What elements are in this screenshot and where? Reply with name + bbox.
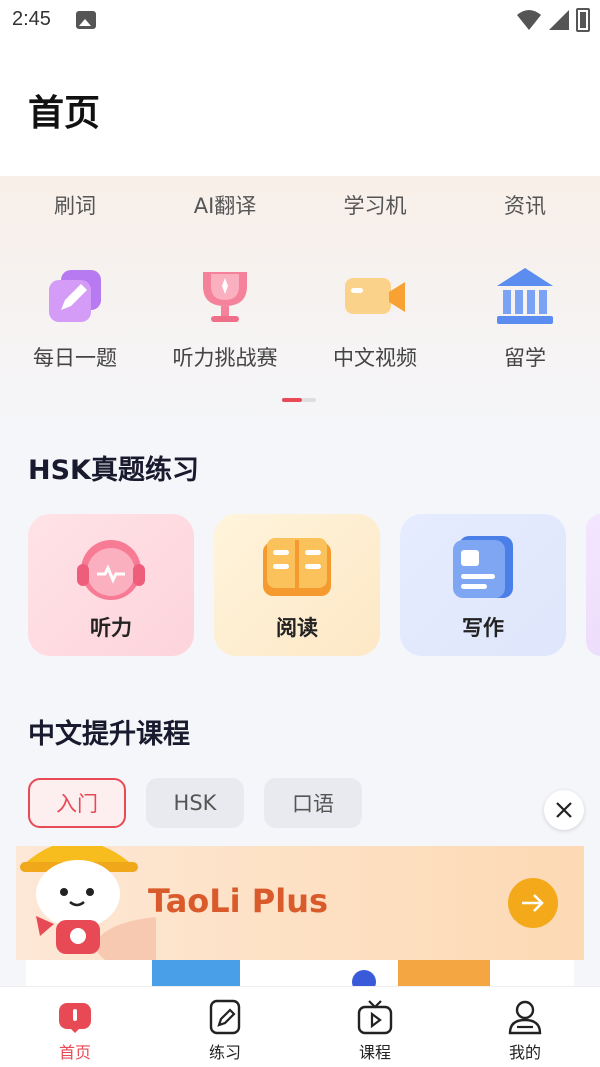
status-bar: 2:45 — [0, 0, 600, 44]
close-icon — [556, 802, 572, 818]
shortcut-grid: 每日一题 听力挑战赛 中文视频 留学 — [0, 264, 600, 372]
quick-tab-learning-device[interactable]: 学习机 — [300, 190, 450, 220]
banner-close-button[interactable] — [544, 790, 584, 830]
hsk-card-writing[interactable]: 写作 — [400, 514, 566, 656]
hsk-card-listening[interactable]: 听力 — [28, 514, 194, 656]
promo-banner[interactable]: TaoLi Plus — [16, 846, 584, 960]
quick-tabs: 刷词 AI翻译 学习机 资讯 — [0, 190, 600, 220]
status-icons — [516, 8, 590, 32]
course-filter-row: 入门 HSK 口语 — [28, 778, 362, 828]
user-icon — [507, 999, 543, 1035]
hsk-card-next[interactable] — [586, 514, 600, 656]
signal-icon — [549, 10, 569, 30]
nav-label: 课程 — [358, 1043, 391, 1062]
nav-practice[interactable]: 练习 — [150, 987, 300, 1067]
nav-home[interactable]: 首页 — [0, 987, 150, 1067]
headphones-icon — [73, 532, 149, 604]
hsk-section-title: HSK真题练习 — [28, 455, 199, 486]
main-content[interactable]: 刷词 AI翻译 学习机 资讯 每日一题 听力挑战赛 中文视频 留学 HSK真题练… — [0, 176, 600, 986]
hsk-card-label: 写作 — [462, 616, 504, 640]
filter-chip-speaking[interactable]: 口语 — [264, 778, 362, 828]
filter-chip-beginner[interactable]: 入门 — [28, 778, 126, 828]
hsk-card-row[interactable]: 听力 阅读 写作 — [28, 514, 600, 656]
video-camera-icon — [343, 264, 407, 328]
quick-tab-news[interactable]: 资讯 — [450, 190, 600, 220]
course-card-thumbnail — [398, 960, 490, 986]
nav-profile[interactable]: 我的 — [450, 987, 600, 1067]
banner-title: TaoLi Plus — [148, 882, 329, 920]
banner-arrow-button[interactable] — [508, 878, 558, 928]
bottom-nav: 首页 练习 课程 我的 — [0, 986, 600, 1067]
course-card-badge — [352, 970, 376, 986]
trophy-icon — [193, 264, 257, 328]
shortcut-label: 听力挑战赛 — [172, 346, 278, 370]
shortcut-label: 留学 — [504, 346, 546, 370]
book-icon — [259, 532, 335, 604]
shortcut-label: 每日一题 — [33, 346, 117, 370]
nav-courses[interactable]: 课程 — [300, 987, 450, 1067]
pencil-icon — [43, 264, 107, 328]
page-title: 首页 — [28, 93, 101, 134]
quick-tab-words[interactable]: 刷词 — [0, 190, 150, 220]
course-card-thumbnail — [152, 960, 240, 986]
hsk-card-label: 阅读 — [276, 616, 318, 640]
nav-label: 首页 — [58, 1043, 91, 1062]
mascot-illustration — [20, 846, 156, 960]
bank-icon — [493, 264, 557, 328]
gallery-notification-icon — [76, 11, 96, 29]
wifi-icon — [517, 10, 541, 30]
shortcut-daily-question[interactable]: 每日一题 — [0, 264, 150, 372]
shortcut-study-abroad[interactable]: 留学 — [450, 264, 600, 372]
nav-label: 我的 — [508, 1043, 541, 1062]
tv-play-icon — [357, 999, 393, 1035]
notebook-pen-icon — [207, 999, 243, 1035]
nav-label: 练习 — [208, 1043, 241, 1062]
shortcut-listening-challenge[interactable]: 听力挑战赛 — [150, 264, 300, 372]
home-icon — [57, 999, 93, 1035]
hsk-card-label: 听力 — [90, 616, 132, 640]
shortcut-label: 中文视频 — [333, 346, 417, 370]
filter-chip-hsk[interactable]: HSK — [146, 778, 244, 828]
arrow-right-icon — [522, 894, 544, 912]
status-time: 2:45 — [12, 8, 51, 30]
app-header: 首页 — [0, 44, 600, 176]
battery-icon — [576, 8, 590, 32]
course-section-title: 中文提升课程 — [28, 719, 190, 750]
quick-tab-ai-translate[interactable]: AI翻译 — [150, 190, 300, 220]
course-list-peek — [26, 960, 574, 986]
page-indicator — [282, 398, 316, 402]
page-dot — [302, 398, 316, 402]
hsk-card-reading[interactable]: 阅读 — [214, 514, 380, 656]
shortcut-chinese-video[interactable]: 中文视频 — [300, 264, 450, 372]
page-dot-active — [282, 398, 302, 402]
document-icon — [445, 532, 521, 604]
